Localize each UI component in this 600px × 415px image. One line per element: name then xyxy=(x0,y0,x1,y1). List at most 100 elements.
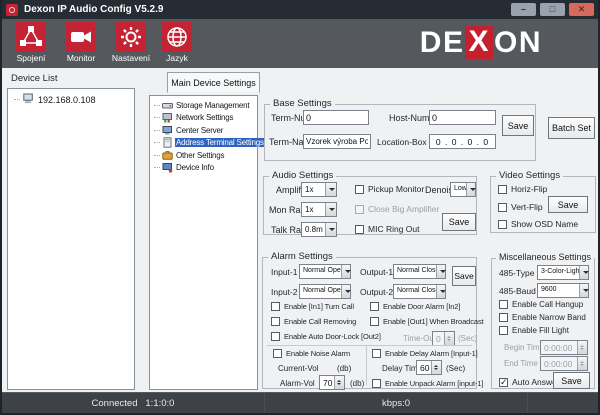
title-bar: Dexon IP Audio Config V5.2.9 – □ ✕ xyxy=(2,0,598,19)
pickup-monitor-checkbox[interactable]: Pickup Monitor xyxy=(355,184,424,194)
input1-select[interactable]: Normal Open xyxy=(299,264,351,279)
group-title: Video Settings xyxy=(496,170,563,181)
nav-item-address-terminal-settings[interactable]: Address Terminal Settings xyxy=(150,137,257,150)
tree-stub xyxy=(14,99,20,100)
denoise-select[interactable]: Low xyxy=(450,182,476,197)
camera-icon xyxy=(66,22,96,52)
group-title: Audio Settings xyxy=(269,170,336,181)
toolbar-button-spojeni[interactable]: Spojení xyxy=(8,22,54,63)
input2-select[interactable]: Normal Open xyxy=(299,284,351,299)
host-num-input[interactable] xyxy=(429,110,496,125)
batch-set-button[interactable]: Batch Set xyxy=(548,117,595,139)
talk-range-select[interactable]: 0.8m xyxy=(301,222,337,237)
mon-range-select[interactable]: 1x xyxy=(301,202,337,217)
485-baud-select[interactable]: 9600 xyxy=(537,283,589,298)
delay-time-stepper[interactable]: 60 xyxy=(416,360,442,375)
mic-ring-out-checkbox[interactable]: MIC Ring Out xyxy=(355,224,420,234)
alarm-save-button[interactable]: Save xyxy=(452,266,476,286)
485-baud-label: 485-Baud xyxy=(499,286,536,296)
spinner-arrows-icon xyxy=(444,332,454,345)
show-osd-name-checkbox[interactable]: Show OSD Name xyxy=(498,219,578,229)
base-save-button[interactable]: Save xyxy=(502,115,534,136)
group-title: Alarm Settings xyxy=(268,251,336,262)
alarm-vol-stepper[interactable]: 70 xyxy=(319,375,345,390)
close-button[interactable]: ✕ xyxy=(569,3,594,16)
nav-item-storage-management[interactable]: Storage Management xyxy=(150,99,257,112)
tree-stub xyxy=(154,117,160,118)
misc-save-button[interactable]: Save xyxy=(553,372,590,389)
enable-call-hangup-checkbox[interactable]: Enable Call Hangup xyxy=(499,300,583,309)
enable-auto-door-lock-checkbox[interactable]: Enable Auto Door-Lock [Out2] xyxy=(271,332,381,341)
input1-label: Input-1 xyxy=(271,267,297,277)
horiz-flip-checkbox[interactable]: Horiz-Flip xyxy=(498,184,547,194)
nav-item-other-settings[interactable]: Other Settings xyxy=(150,149,257,162)
info-icon xyxy=(162,162,173,173)
enable-fill-light-checkbox[interactable]: Enable Fill Light xyxy=(499,326,569,335)
chevron-down-icon xyxy=(466,183,475,196)
toolbar-button-jazyk[interactable]: Jazyk xyxy=(154,22,200,63)
nav-item-device-info[interactable]: Device Info xyxy=(150,162,257,175)
485-type-select[interactable]: 3-Color-Light xyxy=(537,265,589,280)
maximize-button[interactable]: □ xyxy=(540,3,565,16)
checkbox-box xyxy=(271,302,280,311)
alarm-settings-group: Alarm Settings Input-1 Normal Open Outpu… xyxy=(262,257,477,389)
audio-save-button[interactable]: Save xyxy=(442,213,476,231)
tree-stub xyxy=(154,105,160,106)
minimize-button[interactable]: – xyxy=(511,3,536,16)
enable-door-alarm-checkbox[interactable]: Enable Door Alarm [In2] xyxy=(370,302,460,311)
checkbox-box xyxy=(498,220,507,229)
checkbox-box xyxy=(499,326,508,335)
nav-item-label: Storage Management xyxy=(175,101,250,110)
enable-out1-when-broadcast-checkbox[interactable]: Enable [Out1] When Broadcast xyxy=(370,317,484,326)
checkbox-box xyxy=(355,185,364,194)
vert-flip-checkbox[interactable]: Vert-Flip xyxy=(498,202,543,212)
spinner-arrows-icon xyxy=(577,357,587,370)
begin-time-label: Begin Time xyxy=(504,343,544,352)
video-save-button[interactable]: Save xyxy=(548,196,588,213)
485-type-label: 485-Type xyxy=(499,268,534,278)
enable-noise-alarm-checkbox[interactable]: Enable Noise Alarm xyxy=(273,349,350,358)
nav-item-label: Device Info xyxy=(175,163,215,172)
nav-item-network-settings[interactable]: Network Settings xyxy=(150,112,257,125)
term-num-input[interactable] xyxy=(303,110,369,125)
enable-delay-alarm-checkbox[interactable]: Enable Delay Alarm [Input-1] xyxy=(372,349,478,358)
status-bitrate: kbps:0 xyxy=(265,393,528,413)
window-title: Dexon IP Audio Config V5.2.9 xyxy=(24,4,163,15)
tab-main-device-settings[interactable]: Main Device Settings xyxy=(167,72,260,93)
enable-unpack-alarm-checkbox[interactable]: Enable Unpack Alarm [input-1] xyxy=(372,379,483,388)
output1-select[interactable]: Normal Close xyxy=(393,264,446,279)
term-name-input[interactable] xyxy=(303,134,371,149)
logo-text-right: ON xyxy=(494,28,542,58)
enable-call-removing-checkbox[interactable]: Enable Call Removing xyxy=(271,317,356,326)
status-spacer xyxy=(528,393,598,413)
enable-narrow-band-checkbox[interactable]: Enable Narrow Band xyxy=(499,313,586,322)
server-icon xyxy=(162,125,173,136)
begin-time-stepper: 0:00:00 xyxy=(540,340,588,355)
output2-select[interactable]: Normal Close xyxy=(393,284,446,299)
toolbar-button-monitor[interactable]: Monitor xyxy=(58,22,104,63)
nav-item-label: Network Settings xyxy=(175,113,234,122)
device-list[interactable]: 192.168.0.108 xyxy=(7,88,135,390)
nav-item-label: Center Server xyxy=(175,126,224,135)
toolbar-button-label: Spojení xyxy=(17,53,46,63)
device-ip-label: 192.168.0.108 xyxy=(38,95,96,105)
toolbar-button-nastaveni[interactable]: Nastavení xyxy=(108,22,154,63)
toolbox-icon xyxy=(162,150,173,161)
end-time-label: End Time xyxy=(504,359,538,368)
nav-item-center-server[interactable]: Center Server xyxy=(150,124,257,137)
logo-x-mark: X xyxy=(465,26,493,59)
spinner-arrows-icon[interactable] xyxy=(431,361,441,374)
auto-answer-checkbox[interactable]: Auto Answer xyxy=(499,377,560,387)
spinner-arrows-icon[interactable] xyxy=(334,376,344,389)
checkbox-box xyxy=(499,300,508,309)
checkbox-box xyxy=(498,203,507,212)
checkbox-box xyxy=(372,349,381,358)
base-settings-group: Base Settings Term-Num Host-Num Term-Nam… xyxy=(264,104,536,161)
checkbox-box xyxy=(498,185,507,194)
amplify-select[interactable]: 1x xyxy=(301,182,337,197)
enable-in1-turn-call-checkbox[interactable]: Enable [In1] Turn Call xyxy=(271,302,354,311)
device-list-item[interactable]: 192.168.0.108 xyxy=(8,89,134,106)
dexon-logo: DEXON xyxy=(420,26,542,59)
location-box-ip-input[interactable] xyxy=(429,134,496,149)
settings-nav-tree[interactable]: Storage Management Network Settings Cent… xyxy=(149,95,258,390)
